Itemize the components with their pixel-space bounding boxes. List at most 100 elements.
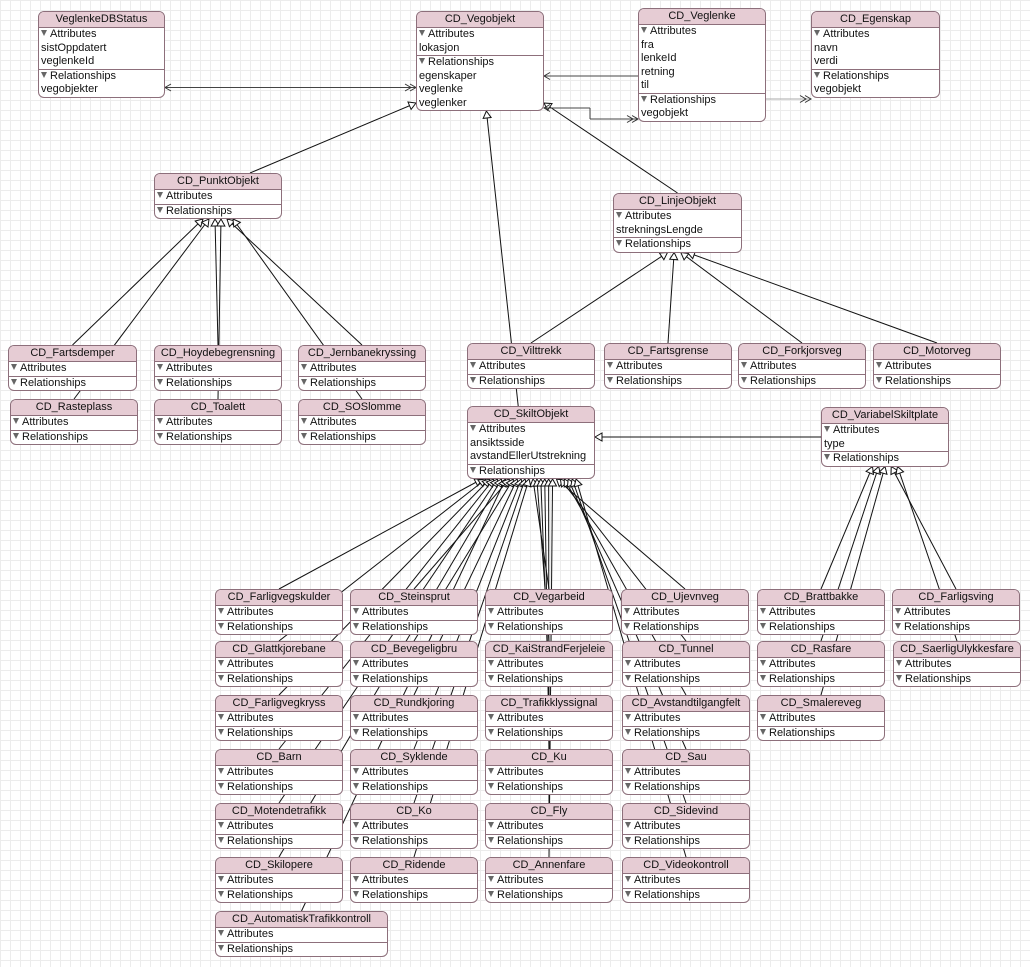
disclosure-triangle-icon[interactable]	[896, 674, 902, 681]
relationships-section-header[interactable]: Relationships	[216, 727, 342, 741]
disclosure-triangle-icon[interactable]	[218, 622, 224, 629]
attributes-section-header[interactable]: Attributes	[623, 766, 749, 780]
disclosure-triangle-icon[interactable]	[895, 608, 901, 614]
attribute-item[interactable]: fra	[639, 39, 765, 53]
attributes-section-header[interactable]: Attributes	[351, 766, 477, 780]
disclosure-triangle-icon[interactable]	[353, 728, 359, 735]
entity-title[interactable]: CD_Syklende	[351, 750, 477, 766]
disclosure-triangle-icon[interactable]	[353, 876, 359, 882]
attributes-section-header[interactable]: Attributes	[486, 820, 612, 834]
disclosure-triangle-icon[interactable]	[876, 362, 882, 368]
disclosure-triangle-icon[interactable]	[488, 674, 494, 681]
disclosure-triangle-icon[interactable]	[488, 660, 494, 666]
disclosure-triangle-icon[interactable]	[13, 418, 19, 424]
attributes-section-header[interactable]: Attributes	[11, 416, 137, 430]
relationships-section-header[interactable]: Relationships	[486, 889, 612, 903]
disclosure-triangle-icon[interactable]	[470, 466, 476, 473]
attributes-section-header[interactable]: Attributes	[155, 362, 281, 376]
attributes-section-header[interactable]: Attributes	[299, 416, 425, 430]
attribute-item[interactable]: avstandEllerUtstrekning	[468, 450, 594, 464]
entity-title[interactable]: CD_Forkjorsveg	[739, 344, 865, 360]
disclosure-triangle-icon[interactable]	[625, 890, 631, 897]
disclosure-triangle-icon[interactable]	[218, 660, 224, 666]
attributes-section-header[interactable]: Attributes	[486, 658, 612, 672]
disclosure-triangle-icon[interactable]	[625, 876, 631, 882]
entity-box[interactable]: CD_Vegarbeid Attributes Relationships	[485, 589, 613, 635]
relationships-section-header[interactable]: Relationships	[622, 621, 748, 635]
relationship-item[interactable]: veglenke	[417, 83, 543, 97]
disclosure-triangle-icon[interactable]	[301, 364, 307, 370]
entity-title[interactable]: CD_Sidevind	[623, 804, 749, 820]
entity-box[interactable]: CD_KaiStrandFerjeleie Attributes Relations…	[485, 641, 613, 687]
entity-title[interactable]: CD_Annenfare	[486, 858, 612, 874]
disclosure-triangle-icon[interactable]	[470, 425, 476, 431]
entity-title[interactable]: CD_Egenskap	[812, 12, 939, 28]
disclosure-triangle-icon[interactable]	[625, 660, 631, 666]
disclosure-triangle-icon[interactable]	[741, 376, 747, 383]
disclosure-triangle-icon[interactable]	[218, 714, 224, 720]
disclosure-triangle-icon[interactable]	[353, 608, 359, 614]
attributes-section-header[interactable]: Attributes	[486, 766, 612, 780]
entity-box[interactable]: CD_Vilttrekk Attributes Relationships	[467, 343, 595, 389]
entity-box[interactable]: CD_Fly Attributes Relationships	[485, 803, 613, 849]
entity-title[interactable]: CD_LinjeObjekt	[614, 194, 741, 210]
relationships-section-header[interactable]: Relationships	[486, 781, 612, 795]
disclosure-triangle-icon[interactable]	[218, 608, 224, 614]
disclosure-triangle-icon[interactable]	[157, 364, 163, 370]
relationships-section-header[interactable]: Relationships	[299, 377, 425, 391]
entity-title[interactable]: CD_Ujevnveg	[622, 590, 748, 606]
entity-title[interactable]: CD_Barn	[216, 750, 342, 766]
disclosure-triangle-icon[interactable]	[625, 836, 631, 843]
attribute-item[interactable]: verdi	[812, 55, 939, 69]
disclosure-triangle-icon[interactable]	[488, 782, 494, 789]
disclosure-triangle-icon[interactable]	[11, 378, 17, 385]
attributes-section-header[interactable]: Attributes	[894, 658, 1020, 672]
relationships-section-header[interactable]: Relationships	[758, 727, 884, 741]
disclosure-triangle-icon[interactable]	[641, 27, 647, 33]
attribute-item[interactable]: navn	[812, 42, 939, 56]
disclosure-triangle-icon[interactable]	[353, 822, 359, 828]
disclosure-triangle-icon[interactable]	[353, 660, 359, 666]
relationships-section-header[interactable]: Relationships	[623, 727, 749, 741]
entity-box[interactable]: CD_Hoydebegrensning Attributes Relationshi…	[154, 345, 282, 391]
entity-box[interactable]: CD_Sau Attributes Relationships	[622, 749, 750, 795]
entity-box[interactable]: CD_Fartsdemper Attributes Relationships	[8, 345, 137, 391]
relationships-section-header[interactable]: Relationships	[758, 673, 884, 687]
disclosure-triangle-icon[interactable]	[814, 30, 820, 36]
attributes-section-header[interactable]: Attributes	[614, 210, 741, 224]
entity-title[interactable]: CD_VariabelSkiltplate	[822, 408, 948, 424]
relationships-section-header[interactable]: Relationships	[486, 727, 612, 741]
entity-title[interactable]: CD_Smalereveg	[758, 696, 884, 712]
entity-title[interactable]: CD_SOSlomme	[299, 400, 425, 416]
entity-box[interactable]: CD_Bevegeligbru Attributes Relationships	[350, 641, 478, 687]
entity-title[interactable]: CD_Farligvegskulder	[216, 590, 342, 606]
entity-box[interactable]: CD_AutomatiskTrafikkontroll Attributes Rel…	[215, 911, 388, 957]
relationships-section-header[interactable]: Relationships	[758, 621, 884, 635]
entity-title[interactable]: CD_Ridende	[351, 858, 477, 874]
relationships-section-header[interactable]: Relationships	[216, 835, 342, 849]
entity-box[interactable]: CD_Motendetrafikk Attributes Relationships	[215, 803, 343, 849]
relationship-item[interactable]: vegobjekter	[39, 83, 164, 97]
entity-title[interactable]: CD_Rasfare	[758, 642, 884, 658]
disclosure-triangle-icon[interactable]	[353, 782, 359, 789]
entity-title[interactable]: CD_Steinsprut	[351, 590, 477, 606]
entity-title[interactable]: CD_Glattkjorebane	[216, 642, 342, 658]
entity-box[interactable]: CD_Barn Attributes Relationships	[215, 749, 343, 795]
relationships-section-header[interactable]: Relationships	[11, 431, 137, 445]
relationships-section-header[interactable]: Relationships	[351, 727, 477, 741]
relationships-section-header[interactable]: Relationships	[417, 56, 543, 70]
entity-box[interactable]: CD_Tunnel Attributes Relationships	[622, 641, 750, 687]
attribute-item[interactable]: strekningsLengde	[614, 224, 741, 238]
disclosure-triangle-icon[interactable]	[13, 432, 19, 439]
relationships-section-header[interactable]: Relationships	[605, 375, 731, 389]
disclosure-triangle-icon[interactable]	[41, 30, 47, 36]
attributes-section-header[interactable]: Attributes	[639, 25, 765, 39]
disclosure-triangle-icon[interactable]	[353, 714, 359, 720]
relationships-section-header[interactable]: Relationships	[486, 673, 612, 687]
relationships-section-header[interactable]: Relationships	[894, 673, 1020, 687]
entity-box[interactable]: CD_Ujevnveg Attributes Relationships	[621, 589, 749, 635]
entity-title[interactable]: CD_SkiltObjekt	[468, 407, 594, 423]
disclosure-triangle-icon[interactable]	[760, 674, 766, 681]
entity-title[interactable]: CD_Fly	[486, 804, 612, 820]
relationships-section-header[interactable]: Relationships	[874, 375, 1000, 389]
